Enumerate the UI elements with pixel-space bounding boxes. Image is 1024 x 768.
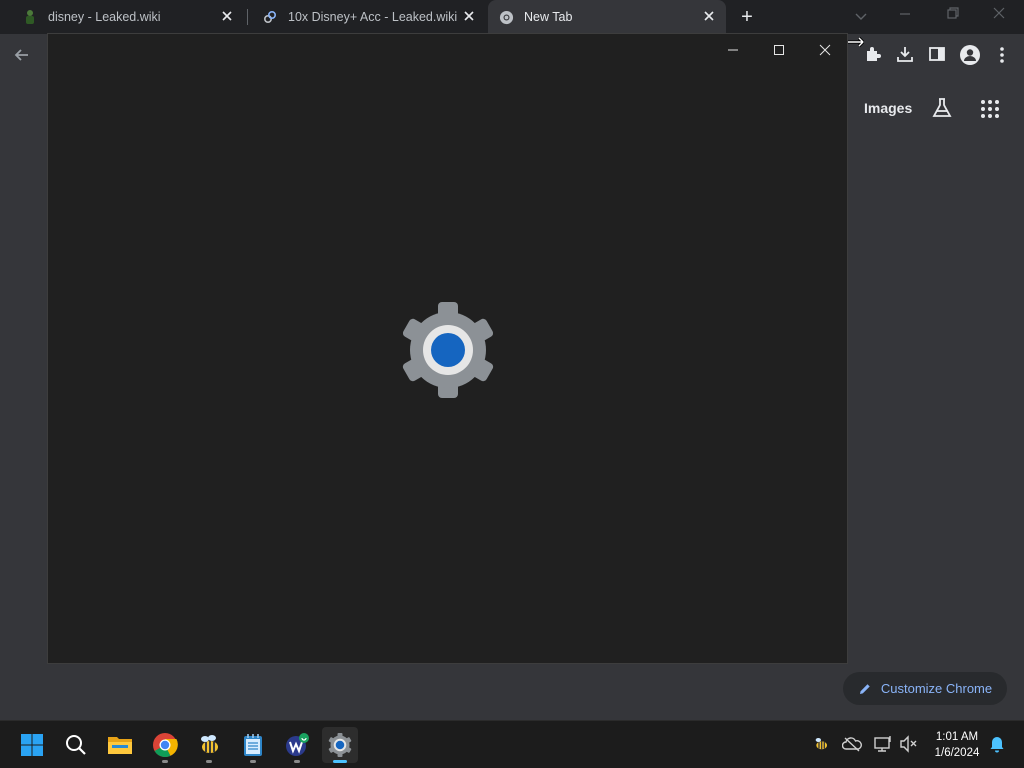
bee-app-icon[interactable]: [191, 727, 227, 763]
settings-window: [47, 33, 848, 664]
images-link[interactable]: Images: [864, 100, 912, 116]
window-restore-icon[interactable]: [946, 6, 966, 24]
settings-icon[interactable]: [322, 727, 358, 763]
notepad-icon[interactable]: [235, 727, 271, 763]
tab-separator: [247, 9, 248, 25]
settings-gear-splash-icon: [400, 302, 496, 398]
tab-disney-leaked-wiki[interactable]: disney - Leaked.wiki: [12, 0, 244, 34]
running-indicator: [162, 760, 168, 763]
tray-bee-app-icon[interactable]: [810, 733, 832, 755]
settings-close-button[interactable]: [802, 34, 848, 66]
new-tab-button[interactable]: +: [736, 6, 758, 28]
link-favicon: [262, 9, 278, 25]
side-panel-icon[interactable]: [928, 45, 948, 65]
wps-app-icon[interactable]: [279, 727, 315, 763]
tab-title: New Tab: [524, 10, 573, 24]
close-tab-icon[interactable]: [462, 9, 476, 23]
running-indicator: [333, 760, 347, 763]
chrome-tab-strip: disney - Leaked.wiki 10x Disney+ Acc - L…: [0, 0, 1024, 34]
running-indicator: [294, 760, 300, 763]
windows-taskbar: 1:01 AM 1/6/2024: [0, 720, 1024, 768]
customize-chrome-button[interactable]: Customize Chrome: [843, 672, 1007, 705]
chrome-favicon: [498, 9, 514, 25]
tab-title: 10x Disney+ Acc - Leaked.wiki: [288, 10, 458, 24]
running-indicator: [250, 760, 256, 763]
search-icon[interactable]: [58, 727, 94, 763]
customize-chrome-label: Customize Chrome: [880, 681, 993, 696]
notification-bell-icon[interactable]: [986, 733, 1008, 755]
labs-flask-icon[interactable]: [930, 96, 954, 120]
chrome-menu-icon[interactable]: [994, 45, 1010, 65]
onedrive-offline-icon[interactable]: [841, 733, 863, 755]
close-tab-icon[interactable]: [702, 9, 716, 23]
settings-minimize-button[interactable]: [710, 34, 756, 66]
tab-new-tab[interactable]: New Tab: [488, 0, 726, 34]
system-clock[interactable]: 1:01 AM 1/6/2024: [926, 729, 988, 761]
settings-maximize-button[interactable]: [756, 34, 802, 66]
tab-title: disney - Leaked.wiki: [48, 10, 161, 24]
back-icon[interactable]: [12, 45, 32, 65]
google-apps-icon[interactable]: [979, 98, 1001, 120]
window-close-icon[interactable]: [992, 6, 1012, 24]
chrome-icon[interactable]: [147, 727, 183, 763]
clock-time: 1:01 AM: [935, 731, 979, 743]
volume-muted-icon[interactable]: [898, 733, 920, 755]
file-explorer-icon[interactable]: [102, 727, 138, 763]
pencil-icon: [858, 682, 872, 696]
running-indicator: [206, 760, 212, 763]
window-minimize-icon[interactable]: [898, 6, 918, 24]
profile-avatar-icon[interactable]: [959, 44, 981, 66]
download-icon[interactable]: [896, 45, 916, 65]
leaked-wiki-favicon: [22, 9, 38, 25]
start-icon[interactable]: [14, 727, 50, 763]
close-tab-icon[interactable]: [220, 9, 234, 23]
network-icon[interactable]: [872, 733, 894, 755]
tab-search-icon[interactable]: [854, 8, 872, 24]
clock-date: 1/6/2024: [934, 747, 980, 759]
tab-disney-acc-leaked-wiki[interactable]: 10x Disney+ Acc - Leaked.wiki: [250, 0, 486, 34]
extensions-icon[interactable]: [864, 45, 884, 65]
